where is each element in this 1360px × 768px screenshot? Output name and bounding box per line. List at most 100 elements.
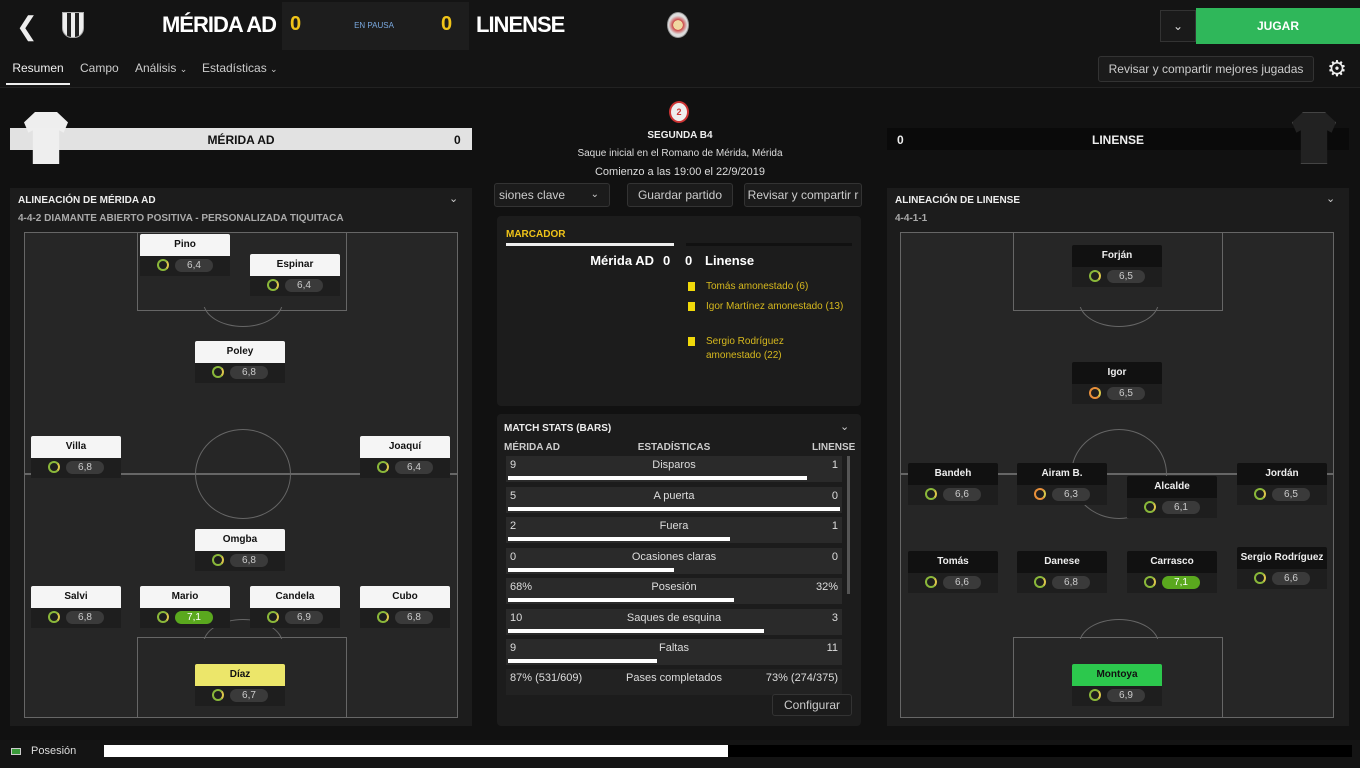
stats-scrollbar[interactable] <box>847 456 850 594</box>
player-rating: 6,5 <box>1072 384 1162 404</box>
player-card[interactable]: Bandeh 6,6 <box>908 463 998 505</box>
save-match-button[interactable]: Guardar partido <box>627 183 733 207</box>
player-card[interactable]: Forján 6,5 <box>1072 245 1162 287</box>
player-name: Cubo <box>360 586 450 608</box>
stat-away-value: 32% <box>815 581 838 593</box>
player-card[interactable]: Cubo 6,8 <box>360 586 450 628</box>
player-name: Díaz <box>195 664 285 686</box>
stat-row: 2 Fuera 1 <box>506 517 842 543</box>
player-rating: 6,3 <box>1017 485 1107 505</box>
chevron-down-icon: ⌄ <box>590 189 599 200</box>
player-card[interactable]: Jordán 6,5 <box>1237 463 1327 505</box>
player-card[interactable]: Igor 6,5 <box>1072 362 1162 404</box>
away-lineup-title: ALINEACIÓN DE LINENSE <box>895 195 1021 206</box>
rating-pill: 6,1 <box>1162 500 1200 514</box>
sb-home-name: Mérida AD <box>590 253 654 268</box>
stat-row: 0 Ocasiones claras 0 <box>506 547 842 574</box>
kickoff-text: Comienzo a las 19:00 el 22/9/2019 <box>594 166 765 178</box>
stat-away-value: 11 <box>826 642 838 654</box>
condition-icon <box>377 461 389 474</box>
home-bar-name: MÉRIDA AD <box>207 133 275 147</box>
tab-resumen[interactable]: Resumen <box>6 61 70 85</box>
configure-button[interactable]: Configurar <box>772 694 852 716</box>
dropdown-button[interactable]: ⌄ <box>1160 10 1196 42</box>
player-name: Tomás <box>908 551 998 573</box>
tab-analisis-label: Análisis <box>135 61 177 75</box>
condition-icon <box>48 611 60 624</box>
player-card[interactable]: Omgba 6,8 <box>195 529 285 571</box>
key-moments-button[interactable]: siones clave ⌄ <box>494 183 610 207</box>
player-card[interactable]: Poley 6,8 <box>195 341 285 383</box>
competition-icon: 2 <box>669 101 689 123</box>
player-card[interactable]: Danese 6,8 <box>1017 551 1107 593</box>
player-card[interactable]: Tomás 6,6 <box>908 551 998 593</box>
player-name: Pino <box>140 234 230 256</box>
share-highlights-button[interactable]: Revisar y compartir mejores jugadas <box>1098 56 1314 82</box>
sb-home-score: 0 <box>663 253 671 268</box>
condition-icon <box>157 611 169 624</box>
possession-home-fill <box>104 745 728 757</box>
chevron-down-icon[interactable]: ⌄ <box>840 420 849 433</box>
player-card[interactable]: Joaquí 6,4 <box>360 436 450 478</box>
player-rating: 6,4 <box>360 458 450 478</box>
chevron-down-icon[interactable]: ⌄ <box>1326 192 1335 205</box>
player-rating: 6,9 <box>250 608 340 628</box>
chevron-down-icon[interactable]: ⌄ <box>449 192 458 205</box>
stats-mid-header: ESTADÍSTICAS <box>637 442 711 453</box>
center-circle <box>195 429 291 519</box>
match-header: ❮ MÉRIDA AD 0 EN PAUSA 0 LINENSE ⌄ JUGAR <box>0 0 1360 52</box>
player-card[interactable]: Espinar 6,4 <box>250 254 340 296</box>
gear-icon[interactable]: ⚙ <box>1324 56 1350 82</box>
player-card[interactable]: Pino 6,4 <box>140 234 230 276</box>
stat-bar <box>508 476 807 480</box>
player-card[interactable]: Mario 7,1 <box>140 586 230 628</box>
player-name: Montoya <box>1072 664 1162 686</box>
condition-icon <box>1034 488 1046 501</box>
stats-away-header: LINENSE <box>812 442 856 453</box>
condition-icon <box>1034 576 1046 589</box>
rating-pill: 6,4 <box>285 278 323 292</box>
event-booking: Sergio Rodríguez amonestado (22) <box>688 335 810 363</box>
home-lineup-title: ALINEACIÓN DE MÉRIDA AD <box>18 195 156 206</box>
event-text: Sergio Rodríguez amonestado (22) <box>706 336 784 361</box>
play-button[interactable]: JUGAR <box>1196 8 1360 44</box>
condition-icon <box>1144 576 1156 589</box>
player-card[interactable]: Sergio Rodríguez 6,6 <box>1237 547 1327 589</box>
stat-row: 68% Posesión 32% <box>506 578 842 604</box>
player-card[interactable]: Alcalde 6,1 <box>1127 476 1217 518</box>
sb-away-score: 0 <box>685 253 693 268</box>
pitch-icon <box>11 748 21 755</box>
player-card[interactable]: Candela 6,9 <box>250 586 340 628</box>
stat-label: Saques de esquina <box>626 611 722 624</box>
back-icon[interactable]: ❮ <box>16 12 40 40</box>
stat-away-value: 1 <box>831 520 838 532</box>
rating-pill: 6,5 <box>1272 487 1310 501</box>
tab-estadisticas[interactable]: Estadísticas ⌄ <box>202 61 278 75</box>
rating-pill: 6,8 <box>66 610 104 624</box>
tab-analisis[interactable]: Análisis ⌄ <box>135 61 187 75</box>
condition-icon <box>267 611 279 624</box>
stat-label: Fuera <box>659 520 689 532</box>
player-card[interactable]: Villa 6,8 <box>31 436 121 478</box>
condition-icon <box>157 259 169 272</box>
tab-campo[interactable]: Campo <box>80 61 119 75</box>
player-card[interactable]: Díaz 6,7 <box>195 664 285 706</box>
share-button[interactable]: Revisar y compartir r <box>744 183 862 207</box>
rating-pill: 7,1 <box>175 610 213 624</box>
scoreboard-divider <box>506 243 674 246</box>
player-card[interactable]: Montoya 6,9 <box>1072 664 1162 706</box>
player-card[interactable]: Salvi 6,8 <box>31 586 121 628</box>
player-name: Airam B. <box>1017 463 1107 485</box>
stat-away-value: 0 <box>831 489 838 502</box>
stat-bar <box>508 567 674 572</box>
event-booking: Igor Martínez amonestado (13) <box>688 300 850 314</box>
tab-campo-label: Campo <box>80 61 119 75</box>
stat-label: Ocasiones claras <box>631 550 717 563</box>
player-rating: 6,5 <box>1237 485 1327 505</box>
player-card[interactable]: Airam B. 6,3 <box>1017 463 1107 505</box>
player-card[interactable]: Carrasco 7,1 <box>1127 551 1217 593</box>
condition-icon <box>377 611 389 624</box>
player-name: Igor <box>1072 362 1162 384</box>
rating-pill: 6,6 <box>1272 571 1310 585</box>
player-name: Forján <box>1072 245 1162 267</box>
